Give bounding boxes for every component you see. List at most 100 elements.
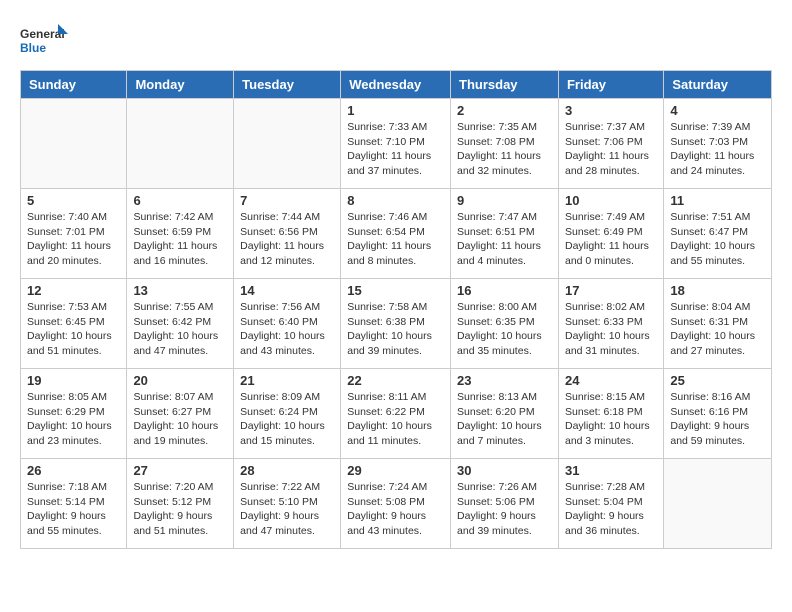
day-info: Sunrise: 8:02 AM Sunset: 6:33 PM Dayligh…: [565, 300, 657, 359]
day-cell: 28 Sunrise: 7:22 AM Sunset: 5:10 PM Dayli…: [234, 459, 341, 549]
day-info: Sunrise: 7:47 AM Sunset: 6:51 PM Dayligh…: [457, 210, 552, 269]
day-number: 29: [347, 463, 444, 478]
day-number: 13: [133, 283, 227, 298]
day-number: 22: [347, 373, 444, 388]
day-number: 31: [565, 463, 657, 478]
day-info: Sunrise: 8:09 AM Sunset: 6:24 PM Dayligh…: [240, 390, 334, 449]
day-info: Sunrise: 8:05 AM Sunset: 6:29 PM Dayligh…: [27, 390, 120, 449]
day-cell: 2 Sunrise: 7:35 AM Sunset: 7:08 PM Daylig…: [451, 99, 559, 189]
day-info: Sunrise: 8:13 AM Sunset: 6:20 PM Dayligh…: [457, 390, 552, 449]
weekday-header-row: SundayMondayTuesdayWednesdayThursdayFrid…: [21, 71, 772, 99]
day-cell: 16 Sunrise: 8:00 AM Sunset: 6:35 PM Dayli…: [451, 279, 559, 369]
day-info: Sunrise: 7:33 AM Sunset: 7:10 PM Dayligh…: [347, 120, 444, 179]
day-cell: 13 Sunrise: 7:55 AM Sunset: 6:42 PM Dayli…: [127, 279, 234, 369]
day-cell: 5 Sunrise: 7:40 AM Sunset: 7:01 PM Daylig…: [21, 189, 127, 279]
day-info: Sunrise: 7:26 AM Sunset: 5:06 PM Dayligh…: [457, 480, 552, 539]
day-info: Sunrise: 7:51 AM Sunset: 6:47 PM Dayligh…: [670, 210, 765, 269]
day-number: 2: [457, 103, 552, 118]
week-row-2: 5 Sunrise: 7:40 AM Sunset: 7:01 PM Daylig…: [21, 189, 772, 279]
day-info: Sunrise: 7:22 AM Sunset: 5:10 PM Dayligh…: [240, 480, 334, 539]
day-number: 14: [240, 283, 334, 298]
day-number: 3: [565, 103, 657, 118]
weekday-header-thursday: Thursday: [451, 71, 559, 99]
day-number: 26: [27, 463, 120, 478]
day-number: 12: [27, 283, 120, 298]
weekday-header-tuesday: Tuesday: [234, 71, 341, 99]
day-cell: 25 Sunrise: 8:16 AM Sunset: 6:16 PM Dayli…: [664, 369, 772, 459]
day-cell: 24 Sunrise: 8:15 AM Sunset: 6:18 PM Dayli…: [558, 369, 663, 459]
day-info: Sunrise: 7:46 AM Sunset: 6:54 PM Dayligh…: [347, 210, 444, 269]
day-info: Sunrise: 7:28 AM Sunset: 5:04 PM Dayligh…: [565, 480, 657, 539]
week-row-1: 1 Sunrise: 7:33 AM Sunset: 7:10 PM Daylig…: [21, 99, 772, 189]
day-info: Sunrise: 8:04 AM Sunset: 6:31 PM Dayligh…: [670, 300, 765, 359]
day-cell: 14 Sunrise: 7:56 AM Sunset: 6:40 PM Dayli…: [234, 279, 341, 369]
day-number: 16: [457, 283, 552, 298]
day-cell: 1 Sunrise: 7:33 AM Sunset: 7:10 PM Daylig…: [341, 99, 451, 189]
day-cell: 31 Sunrise: 7:28 AM Sunset: 5:04 PM Dayli…: [558, 459, 663, 549]
weekday-header-sunday: Sunday: [21, 71, 127, 99]
day-number: 10: [565, 193, 657, 208]
day-number: 15: [347, 283, 444, 298]
day-number: 25: [670, 373, 765, 388]
day-cell: 26Sunrise: 7:18 AM Sunset: 5:14 PM Dayli…: [21, 459, 127, 549]
day-info: Sunrise: 8:15 AM Sunset: 6:18 PM Dayligh…: [565, 390, 657, 449]
day-cell: 30 Sunrise: 7:26 AM Sunset: 5:06 PM Dayli…: [451, 459, 559, 549]
day-number: 23: [457, 373, 552, 388]
day-cell: 17 Sunrise: 8:02 AM Sunset: 6:33 PM Dayli…: [558, 279, 663, 369]
day-info: Sunrise: 8:07 AM Sunset: 6:27 PM Dayligh…: [133, 390, 227, 449]
day-number: 7: [240, 193, 334, 208]
day-info: Sunrise: 8:11 AM Sunset: 6:22 PM Dayligh…: [347, 390, 444, 449]
day-info: Sunrise: 7:35 AM Sunset: 7:08 PM Dayligh…: [457, 120, 552, 179]
weekday-header-wednesday: Wednesday: [341, 71, 451, 99]
day-cell: 19 Sunrise: 8:05 AM Sunset: 6:29 PM Dayli…: [21, 369, 127, 459]
day-cell: 12 Sunrise: 7:53 AM Sunset: 6:45 PM Dayli…: [21, 279, 127, 369]
day-cell: 15 Sunrise: 7:58 AM Sunset: 6:38 PM Dayli…: [341, 279, 451, 369]
day-info: Sunrise: 7:55 AM Sunset: 6:42 PM Dayligh…: [133, 300, 227, 359]
generalblue-logo-icon: GeneralBlue: [20, 20, 70, 60]
day-number: 30: [457, 463, 552, 478]
day-cell: 20 Sunrise: 8:07 AM Sunset: 6:27 PM Dayli…: [127, 369, 234, 459]
day-info: Sunrise: 8:00 AM Sunset: 6:35 PM Dayligh…: [457, 300, 552, 359]
day-number: 1: [347, 103, 444, 118]
day-cell: 7 Sunrise: 7:44 AM Sunset: 6:56 PM Daylig…: [234, 189, 341, 279]
day-info: Sunrise: 7:53 AM Sunset: 6:45 PM Dayligh…: [27, 300, 120, 359]
day-info: Sunrise: 8:16 AM Sunset: 6:16 PM Dayligh…: [670, 390, 765, 449]
day-cell: 10 Sunrise: 7:49 AM Sunset: 6:49 PM Dayli…: [558, 189, 663, 279]
week-row-4: 19 Sunrise: 8:05 AM Sunset: 6:29 PM Dayli…: [21, 369, 772, 459]
svg-text:Blue: Blue: [20, 41, 46, 55]
day-cell: 22 Sunrise: 8:11 AM Sunset: 6:22 PM Dayli…: [341, 369, 451, 459]
day-number: 4: [670, 103, 765, 118]
day-number: 20: [133, 373, 227, 388]
day-number: 24: [565, 373, 657, 388]
day-info: Sunrise: 7:40 AM Sunset: 7:01 PM Dayligh…: [27, 210, 120, 269]
day-number: 19: [27, 373, 120, 388]
day-info: Sunrise: 7:39 AM Sunset: 7:03 PM Dayligh…: [670, 120, 765, 179]
day-number: 28: [240, 463, 334, 478]
day-cell: 21 Sunrise: 8:09 AM Sunset: 6:24 PM Dayli…: [234, 369, 341, 459]
weekday-header-monday: Monday: [127, 71, 234, 99]
day-cell: [664, 459, 772, 549]
day-info: Sunrise: 7:42 AM Sunset: 6:59 PM Dayligh…: [133, 210, 227, 269]
day-cell: 6Sunrise: 7:42 AM Sunset: 6:59 PM Daylig…: [127, 189, 234, 279]
day-cell: 4 Sunrise: 7:39 AM Sunset: 7:03 PM Daylig…: [664, 99, 772, 189]
day-cell: 23 Sunrise: 8:13 AM Sunset: 6:20 PM Dayli…: [451, 369, 559, 459]
day-info: Sunrise: 7:58 AM Sunset: 6:38 PM Dayligh…: [347, 300, 444, 359]
day-info: Sunrise: 7:56 AM Sunset: 6:40 PM Dayligh…: [240, 300, 334, 359]
day-info: Sunrise: 7:44 AM Sunset: 6:56 PM Dayligh…: [240, 210, 334, 269]
svg-text:General: General: [20, 27, 65, 41]
day-number: 27: [133, 463, 227, 478]
day-number: 11: [670, 193, 765, 208]
day-number: 21: [240, 373, 334, 388]
weekday-header-saturday: Saturday: [664, 71, 772, 99]
day-info: Sunrise: 7:49 AM Sunset: 6:49 PM Dayligh…: [565, 210, 657, 269]
day-number: 5: [27, 193, 120, 208]
week-row-5: 26Sunrise: 7:18 AM Sunset: 5:14 PM Dayli…: [21, 459, 772, 549]
header: GeneralBlue: [20, 20, 772, 60]
day-cell: 9Sunrise: 7:47 AM Sunset: 6:51 PM Daylig…: [451, 189, 559, 279]
day-cell: 27 Sunrise: 7:20 AM Sunset: 5:12 PM Dayli…: [127, 459, 234, 549]
day-info: Sunrise: 7:20 AM Sunset: 5:12 PM Dayligh…: [133, 480, 227, 539]
week-row-3: 12 Sunrise: 7:53 AM Sunset: 6:45 PM Dayli…: [21, 279, 772, 369]
day-cell: [21, 99, 127, 189]
day-cell: 18Sunrise: 8:04 AM Sunset: 6:31 PM Dayli…: [664, 279, 772, 369]
day-number: 17: [565, 283, 657, 298]
